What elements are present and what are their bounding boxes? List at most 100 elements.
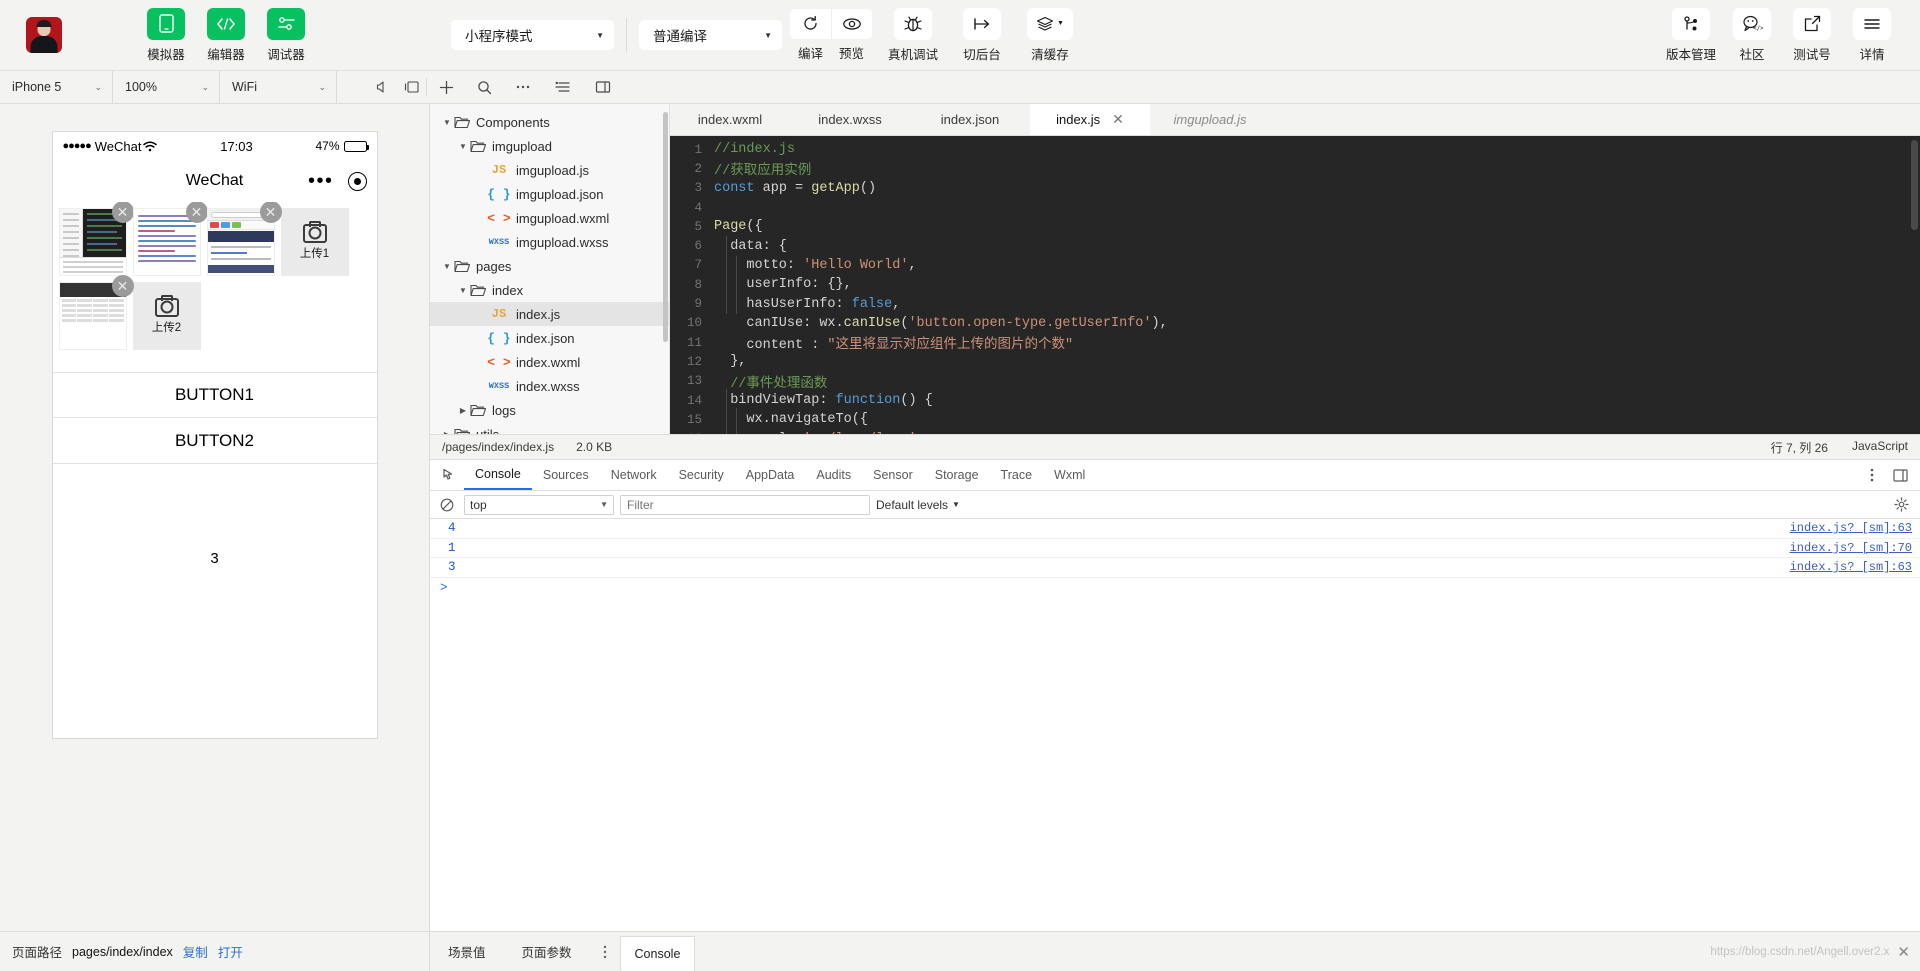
- console-filter-input[interactable]: [620, 494, 870, 515]
- editor-tab[interactable]: imgupload.js: [1150, 104, 1270, 135]
- editor-tab[interactable]: index.js ✕: [1030, 104, 1150, 135]
- file-tree-folder[interactable]: ▼ imgupload: [430, 134, 669, 158]
- chevron-right-icon[interactable]: ▶: [456, 406, 470, 415]
- file-tree-file[interactable]: JS imgupload.js: [430, 158, 669, 182]
- simulator-button[interactable]: 模拟器: [142, 7, 190, 63]
- compile-mode-select[interactable]: 普通编译 ▼: [639, 20, 782, 50]
- network-select[interactable]: WiFi ⌄: [220, 71, 337, 103]
- devtools-tab-wxml[interactable]: Wxml: [1043, 460, 1096, 490]
- upload-button-2[interactable]: 上传2: [132, 282, 201, 350]
- chevron-down-icon[interactable]: ▼: [440, 118, 454, 127]
- dock-panel-icon[interactable]: [1888, 463, 1912, 487]
- chevron-down-icon[interactable]: ▼: [440, 262, 454, 271]
- devtools-tab-storage[interactable]: Storage: [924, 460, 990, 490]
- clearcache-button[interactable]: ▼ 清缓存: [1026, 7, 1074, 63]
- button-2-label: BUTTON2: [174, 430, 255, 450]
- delete-thumbnail-button[interactable]: ✕: [185, 202, 208, 223]
- editor-button[interactable]: 编辑器: [202, 7, 250, 63]
- background-button[interactable]: 切后台: [958, 7, 1006, 63]
- mode-select[interactable]: 小程序模式 ▼: [451, 20, 614, 50]
- details-button[interactable]: 详情: [1848, 7, 1896, 63]
- inspect-element-icon[interactable]: [434, 468, 464, 482]
- button-1[interactable]: BUTTON1: [52, 372, 377, 418]
- preview-button[interactable]: [831, 8, 872, 39]
- volume-icon[interactable]: [369, 80, 397, 94]
- file-tree-file[interactable]: < > imgupload.wxml: [430, 206, 669, 230]
- code-viewer[interactable]: 1 //index.js 2 //获取应用实例 3 const app = getApp(…: [670, 136, 1920, 434]
- button-2[interactable]: BUTTON2: [52, 418, 377, 464]
- file-tree-folder[interactable]: ▶ utils: [430, 422, 669, 434]
- devtools-tab-network[interactable]: Network: [600, 460, 668, 490]
- rotate-screen-icon[interactable]: [398, 80, 426, 94]
- devtools-tab-sources[interactable]: Sources: [532, 460, 600, 490]
- file-tree-folder[interactable]: ▼ index: [430, 278, 669, 302]
- community-button[interactable]: </> 社区: [1728, 7, 1776, 63]
- delete-thumbnail-button[interactable]: ✕: [259, 202, 282, 223]
- console-log-source[interactable]: index.js? [sm]:63: [1790, 521, 1912, 535]
- file-tree-file[interactable]: { } index.json: [430, 326, 669, 350]
- file-tree-file[interactable]: WXSS index.wxss: [430, 374, 669, 398]
- realdevice-debug-button[interactable]: 真机调试: [888, 7, 938, 63]
- editor-tab[interactable]: index.wxml: [670, 104, 790, 135]
- clear-console-icon[interactable]: [436, 498, 458, 512]
- devtools-tab-security[interactable]: Security: [668, 460, 735, 490]
- devtools-tab-sensor[interactable]: Sensor: [862, 460, 924, 490]
- test-account-button[interactable]: 测试号: [1788, 7, 1836, 63]
- compile-button[interactable]: [790, 8, 831, 39]
- console-levels-select[interactable]: Default levels ▼: [876, 498, 960, 512]
- chevron-right-icon[interactable]: ▶: [440, 430, 454, 435]
- file-tree-folder[interactable]: ▼ pages: [430, 254, 669, 278]
- zoom-select[interactable]: 100% ⌄: [113, 71, 220, 103]
- device-select[interactable]: iPhone 5 ⌄: [0, 71, 113, 103]
- delete-thumbnail-button[interactable]: ✕: [111, 202, 134, 223]
- bug-icon: [894, 7, 932, 40]
- file-tree-folder[interactable]: ▼ Components: [430, 110, 669, 134]
- file-tree-file[interactable]: { } imgupload.json: [430, 182, 669, 206]
- close-tab-icon[interactable]: ✕: [1112, 111, 1124, 128]
- editor-tab[interactable]: index.wxss: [790, 104, 910, 135]
- console-log-source[interactable]: index.js? [sm]:63: [1790, 560, 1912, 574]
- delete-thumbnail-button[interactable]: ✕: [111, 275, 134, 297]
- layout-icon[interactable]: [583, 80, 623, 94]
- console-prompt[interactable]: >: [430, 578, 1920, 598]
- bottom-more-icon[interactable]: [590, 932, 620, 971]
- add-icon[interactable]: [427, 80, 465, 95]
- phone-frame: ●●●●● WeChat 17:03 47% WeChat ••• ✕ ✕ ✕ …: [51, 131, 378, 739]
- chevron-down-icon[interactable]: ▼: [456, 142, 470, 151]
- close-icon[interactable]: ✕: [1897, 943, 1910, 961]
- page-params-tab[interactable]: 页面参数: [504, 932, 590, 971]
- scene-value-tab[interactable]: 场景值: [430, 932, 504, 971]
- file-tree-file[interactable]: WXSS imgupload.wxss: [430, 230, 669, 254]
- outline-icon[interactable]: [543, 80, 583, 94]
- upload-button-1[interactable]: 上传1: [280, 208, 349, 276]
- open-path-link[interactable]: 打开: [218, 942, 243, 961]
- code-scrollbar[interactable]: [1911, 140, 1918, 230]
- console-output[interactable]: 4 index.js? [sm]:63 1 index.js? [sm]:70 3 ind…: [430, 519, 1920, 931]
- console-drawer-tab[interactable]: Console: [619, 936, 696, 971]
- chevron-down-icon[interactable]: ▼: [456, 286, 470, 295]
- more-icon[interactable]: •••: [308, 171, 334, 191]
- user-avatar[interactable]: [26, 17, 62, 53]
- console-log-row: 1 index.js? [sm]:70: [430, 539, 1920, 558]
- search-icon[interactable]: [465, 80, 503, 95]
- devtools-tab-audits[interactable]: Audits: [805, 460, 862, 490]
- version-management-button[interactable]: 版本管理: [1666, 7, 1716, 63]
- devtools-tab-trace[interactable]: Trace: [990, 460, 1044, 490]
- file-tree-file[interactable]: JS index.js: [430, 302, 669, 326]
- file-tree-folder[interactable]: ▶ logs: [430, 398, 669, 422]
- debugger-button[interactable]: 调试器: [262, 7, 310, 63]
- devtools-tab-console[interactable]: Console: [464, 460, 532, 490]
- file-tree-scrollbar[interactable]: [663, 112, 668, 342]
- copy-path-link[interactable]: 复制: [183, 942, 208, 961]
- upload-label: 上传2: [151, 321, 182, 334]
- devtools-tab-appdata[interactable]: AppData: [735, 460, 806, 490]
- file-tree-file[interactable]: < > index.wxml: [430, 350, 669, 374]
- console-context-select[interactable]: top ▼: [464, 494, 614, 515]
- folder-icon: [470, 404, 486, 417]
- close-circle-icon[interactable]: [347, 171, 367, 191]
- console-log-source[interactable]: index.js? [sm]:70: [1790, 541, 1912, 555]
- devtools-settings-icon[interactable]: [1888, 497, 1914, 512]
- devtools-more-icon[interactable]: [1860, 463, 1884, 487]
- editor-tab[interactable]: index.json: [910, 104, 1030, 135]
- more-icon[interactable]: [503, 84, 543, 90]
